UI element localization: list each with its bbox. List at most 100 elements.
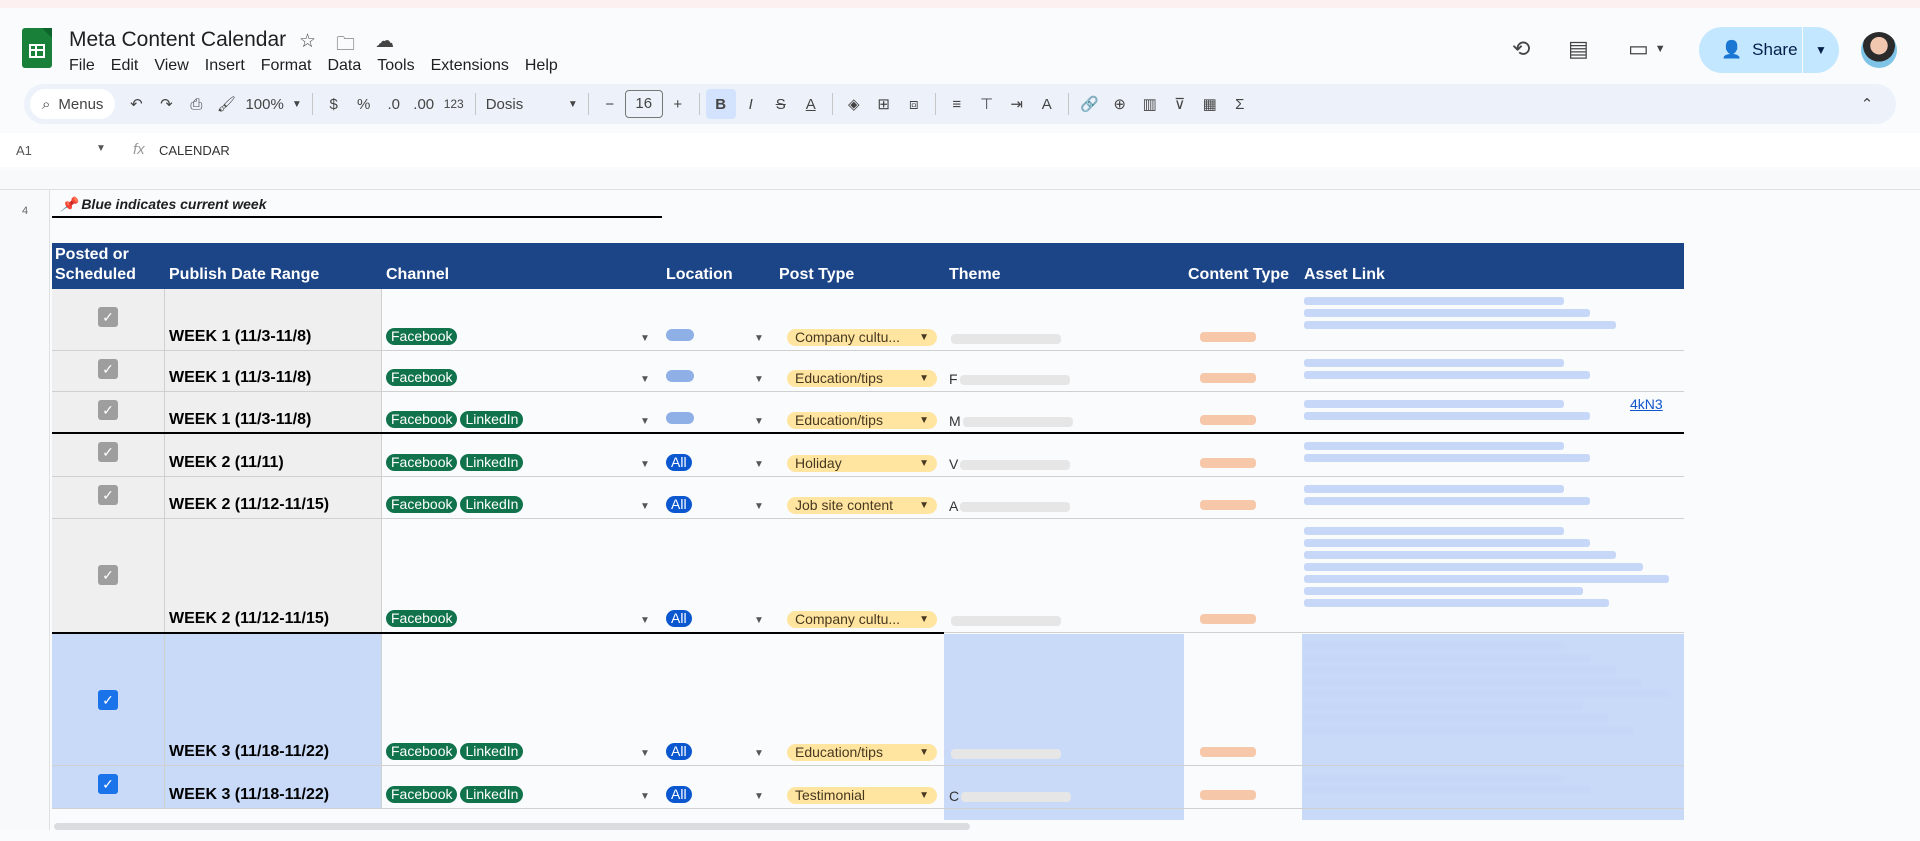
avatar[interactable] bbox=[1861, 32, 1897, 68]
post-type-chip[interactable]: Holiday ▼ bbox=[787, 455, 937, 472]
currency-button[interactable]: $ bbox=[319, 89, 349, 119]
posted-checkbox[interactable]: ✓ bbox=[98, 359, 118, 379]
asset-link-cell[interactable] bbox=[1304, 523, 1676, 611]
channel-dropdown-icon[interactable]: ▼ bbox=[640, 501, 650, 512]
sheets-logo-icon[interactable] bbox=[22, 28, 52, 68]
asset-link-cell[interactable] bbox=[1304, 638, 1676, 738]
redo-icon[interactable]: ↷ bbox=[151, 89, 181, 119]
asset-link-fragment[interactable]: 4kN3 bbox=[1630, 396, 1663, 412]
italic-icon[interactable]: I bbox=[736, 89, 766, 119]
location-dropdown-icon[interactable]: ▼ bbox=[754, 615, 764, 626]
asset-link-cell[interactable] bbox=[1304, 396, 1676, 424]
location-dropdown-icon[interactable]: ▼ bbox=[754, 748, 764, 759]
post-type-dropdown-icon[interactable]: ▼ bbox=[919, 370, 929, 387]
menu-tools[interactable]: Tools bbox=[377, 57, 422, 75]
share-button[interactable]: 👤 Share ▼ bbox=[1699, 27, 1839, 73]
channel-cell[interactable]: Facebook bbox=[386, 328, 460, 346]
post-type-chip[interactable]: Job site content ▼ bbox=[787, 497, 937, 514]
align-vertical-icon[interactable]: ⊤ bbox=[972, 89, 1002, 119]
posted-checkbox[interactable]: ✓ bbox=[98, 485, 118, 505]
location-dropdown-icon[interactable]: ▼ bbox=[754, 459, 764, 470]
meet-icon[interactable]: ▭ ▼ bbox=[1628, 36, 1666, 62]
align-horizontal-icon[interactable]: ≡ bbox=[942, 89, 972, 119]
location-cell[interactable]: All bbox=[666, 786, 695, 804]
post-type-dropdown-icon[interactable]: ▼ bbox=[919, 787, 929, 804]
asset-link-cell[interactable] bbox=[1304, 770, 1676, 798]
menu-file[interactable]: File bbox=[69, 57, 103, 75]
row-number[interactable]: 4 bbox=[0, 205, 50, 217]
channel-dropdown-icon[interactable]: ▼ bbox=[640, 615, 650, 626]
channel-dropdown-icon[interactable]: ▼ bbox=[640, 791, 650, 802]
undo-icon[interactable]: ↶ bbox=[121, 89, 151, 119]
share-dropdown-icon[interactable]: ▼ bbox=[1803, 43, 1839, 57]
posted-checkbox[interactable]: ✓ bbox=[98, 690, 118, 710]
borders-icon[interactable]: ⊞ bbox=[869, 89, 899, 119]
document-title[interactable]: Meta Content Calendar bbox=[69, 28, 286, 52]
filter-icon[interactable]: ⊽ bbox=[1165, 89, 1195, 119]
filter-views-icon[interactable]: ▦ bbox=[1195, 89, 1225, 119]
post-type-dropdown-icon[interactable]: ▼ bbox=[919, 744, 929, 761]
text-color-icon[interactable]: A bbox=[796, 89, 826, 119]
channel-cell[interactable]: Facebook LinkedIn bbox=[386, 786, 526, 804]
channel-cell[interactable]: Facebook bbox=[386, 610, 460, 628]
menu-help[interactable]: Help bbox=[525, 57, 566, 75]
location-dropdown-icon[interactable]: ▼ bbox=[754, 791, 764, 802]
post-type-dropdown-icon[interactable]: ▼ bbox=[919, 412, 929, 429]
posted-checkbox[interactable]: ✓ bbox=[98, 774, 118, 794]
posted-checkbox[interactable]: ✓ bbox=[98, 442, 118, 462]
channel-cell[interactable]: Facebook LinkedIn bbox=[386, 454, 526, 472]
fill-color-icon[interactable]: ◈ bbox=[839, 89, 869, 119]
location-dropdown-icon[interactable]: ▼ bbox=[754, 374, 764, 385]
decrease-decimal-button[interactable]: .0 bbox=[379, 89, 409, 119]
font-size-input[interactable]: 16 bbox=[624, 90, 663, 118]
location-cell[interactable] bbox=[666, 328, 694, 346]
post-type-dropdown-icon[interactable]: ▼ bbox=[919, 497, 929, 514]
channel-dropdown-icon[interactable]: ▼ bbox=[640, 748, 650, 759]
location-cell[interactable]: All bbox=[666, 743, 695, 761]
post-type-dropdown-icon[interactable]: ▼ bbox=[919, 329, 929, 346]
posted-checkbox[interactable]: ✓ bbox=[98, 565, 118, 585]
bold-icon[interactable]: B bbox=[705, 89, 736, 119]
channel-cell[interactable]: Facebook LinkedIn bbox=[386, 411, 526, 429]
channel-cell[interactable]: Facebook LinkedIn bbox=[386, 743, 526, 761]
post-type-chip[interactable]: Education/tips ▼ bbox=[787, 744, 937, 761]
asset-link-cell[interactable] bbox=[1304, 438, 1676, 466]
location-cell[interactable] bbox=[666, 369, 694, 387]
menu-insert[interactable]: Insert bbox=[205, 57, 253, 75]
text-rotation-icon[interactable]: A bbox=[1032, 89, 1062, 119]
name-box-dropdown-icon[interactable]: ▼ bbox=[96, 143, 106, 154]
location-dropdown-icon[interactable]: ▼ bbox=[754, 333, 764, 344]
channel-cell[interactable]: Facebook bbox=[386, 369, 460, 387]
insert-chart-icon[interactable]: ▥ bbox=[1135, 89, 1165, 119]
horizontal-scrollbar[interactable] bbox=[54, 823, 970, 830]
post-type-chip[interactable]: Education/tips ▼ bbox=[787, 412, 937, 429]
collapse-toolbar-icon[interactable]: ⌃ bbox=[1852, 89, 1882, 119]
location-cell[interactable] bbox=[666, 411, 694, 429]
location-dropdown-icon[interactable]: ▼ bbox=[754, 501, 764, 512]
functions-icon[interactable]: Σ bbox=[1225, 89, 1255, 119]
post-type-dropdown-icon[interactable]: ▼ bbox=[919, 611, 929, 628]
print-icon[interactable]: ⎙ bbox=[181, 89, 211, 119]
location-cell[interactable]: All bbox=[666, 454, 695, 472]
channel-dropdown-icon[interactable]: ▼ bbox=[640, 416, 650, 427]
post-type-chip[interactable]: Education/tips ▼ bbox=[787, 370, 937, 387]
menu-data[interactable]: Data bbox=[327, 57, 369, 75]
asset-link-cell[interactable] bbox=[1304, 481, 1676, 509]
font-select[interactable]: Dosis ▼ bbox=[482, 89, 582, 119]
number-format-button[interactable]: 123 bbox=[439, 89, 469, 119]
version-history-icon[interactable]: ⟲ bbox=[1512, 36, 1530, 62]
formula-input[interactable]: CALENDAR bbox=[159, 143, 230, 158]
menu-edit[interactable]: Edit bbox=[111, 57, 147, 75]
zoom-select[interactable]: 100% ▼ bbox=[241, 89, 305, 119]
decrease-font-size-icon[interactable]: − bbox=[595, 89, 625, 119]
column-headers[interactable] bbox=[0, 170, 1920, 190]
paint-format-icon[interactable]: 🖌 bbox=[211, 89, 241, 119]
channel-cell[interactable]: Facebook LinkedIn bbox=[386, 496, 526, 514]
insert-comment-icon[interactable]: ⊕ bbox=[1105, 89, 1135, 119]
name-box[interactable]: A1 bbox=[16, 143, 32, 158]
row-headers[interactable]: 4 bbox=[0, 190, 50, 830]
post-type-chip[interactable]: Company cultu... ▼ bbox=[787, 329, 937, 346]
channel-dropdown-icon[interactable]: ▼ bbox=[640, 459, 650, 470]
increase-decimal-button[interactable]: .00 bbox=[409, 89, 439, 119]
percent-button[interactable]: % bbox=[349, 89, 379, 119]
